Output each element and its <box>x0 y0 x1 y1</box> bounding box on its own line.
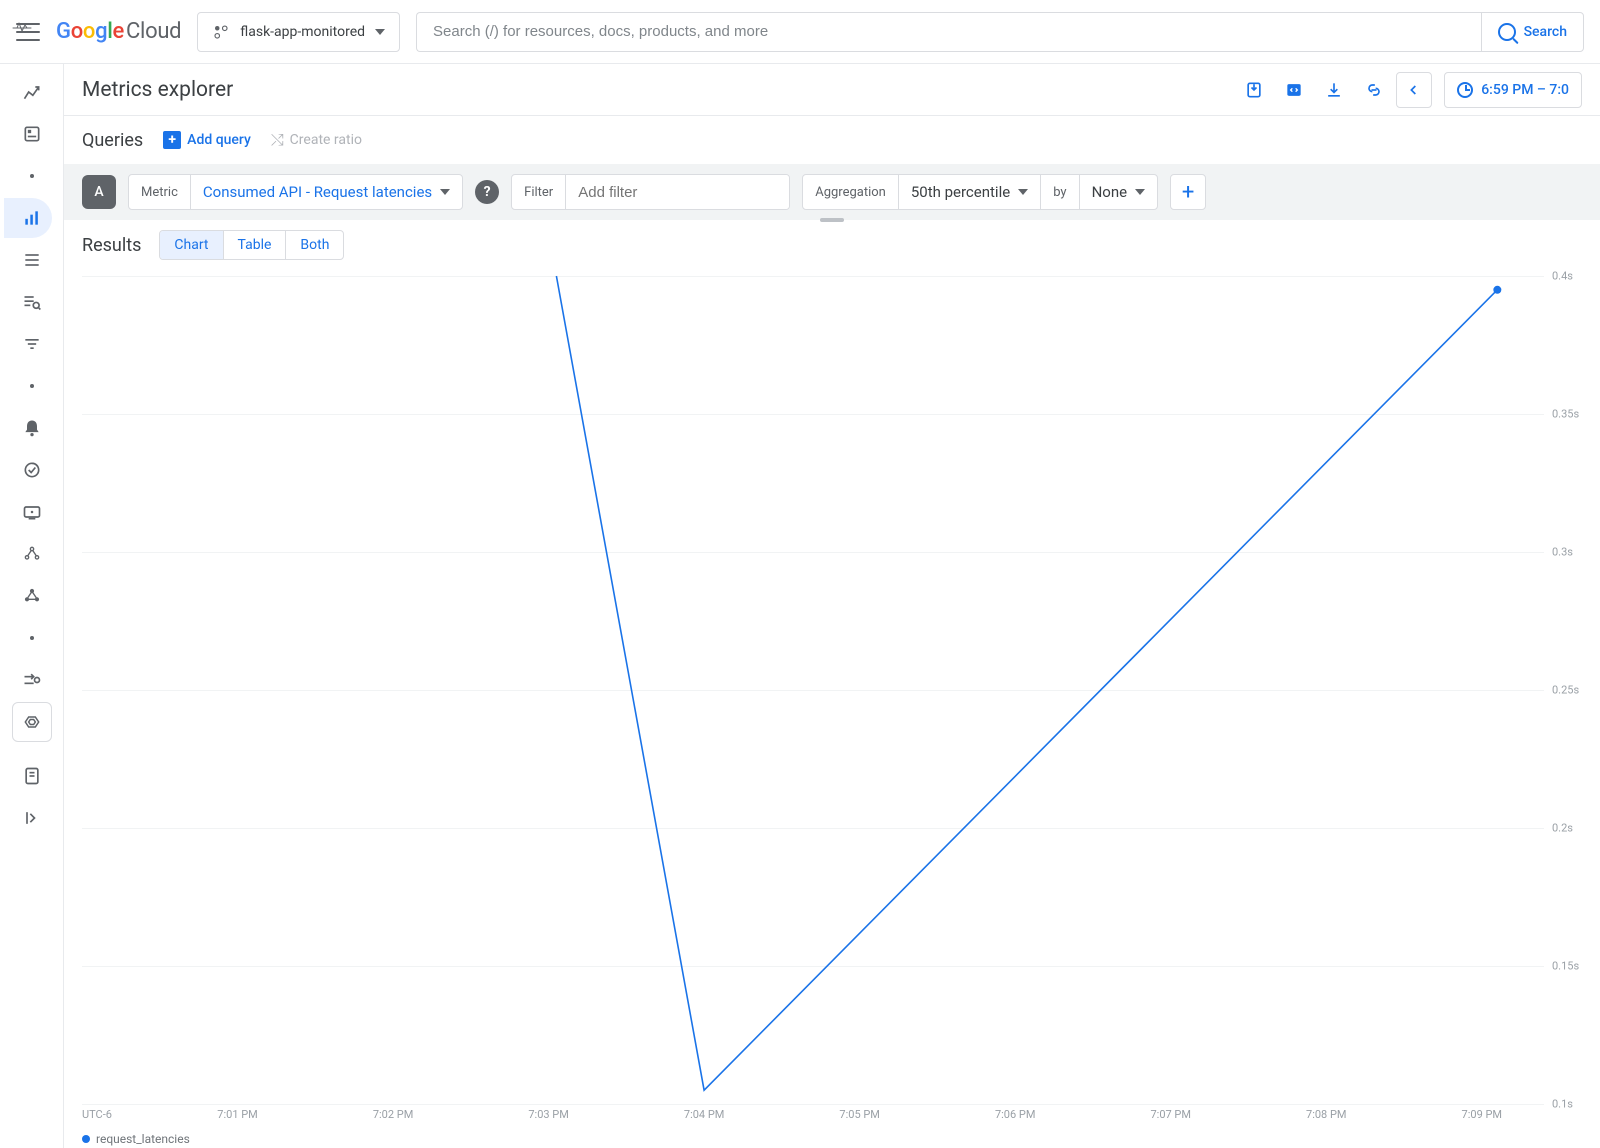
nav-traces[interactable] <box>4 324 52 364</box>
legend-swatch <box>82 1135 90 1143</box>
nav-integrations[interactable] <box>4 660 52 700</box>
page-header: Metrics explorer 6:59 PM – 7:0 <box>64 64 1600 116</box>
chart-area: 0.1s0.15s0.2s0.25s0.3s0.35s0.4s UTC-67:0… <box>64 270 1600 1148</box>
google-cloud-logo[interactable]: GoogleCloud <box>56 19 181 44</box>
nav-groups[interactable] <box>4 534 52 574</box>
chart-legend: request_latencies <box>82 1132 190 1146</box>
tab-both[interactable]: Both <box>286 231 343 259</box>
search-input[interactable] <box>416 12 1481 52</box>
filter-input[interactable] <box>566 175 789 209</box>
nav-divider-dot-2 <box>4 366 52 406</box>
nav-synthetic[interactable] <box>4 492 52 532</box>
nav-settings[interactable] <box>4 756 52 796</box>
nav-services[interactable] <box>4 576 52 616</box>
filter-field[interactable]: Filter <box>511 174 790 210</box>
nav-dashboards[interactable] <box>4 114 52 154</box>
chevron-down-icon <box>1018 189 1028 195</box>
tab-chart[interactable]: Chart <box>160 231 223 259</box>
project-selector[interactable]: flask-app-monitored <box>197 12 400 52</box>
help-icon[interactable]: ? <box>475 180 499 204</box>
chevron-down-icon <box>1135 189 1145 195</box>
header-actions: 6:59 PM – 7:0 <box>1236 72 1582 108</box>
metric-selector[interactable]: Metric Consumed API - Request latencies <box>128 174 463 210</box>
plus-icon: + <box>163 131 181 149</box>
nav-logs-explorer[interactable] <box>4 282 52 322</box>
chevron-down-icon <box>440 189 450 195</box>
results-header: Results Chart Table Both <box>64 220 1600 270</box>
create-ratio-button: ⤭ Create ratio <box>271 130 362 150</box>
nav-overview[interactable] <box>4 72 52 112</box>
nav-managed-prometheus[interactable] <box>12 702 52 742</box>
shuffle-icon: ⤭ <box>271 130 284 150</box>
page-title: Metrics explorer <box>82 78 233 102</box>
nav-divider-dot <box>4 156 52 196</box>
nav-divider-dot-3 <box>4 618 52 658</box>
project-icon <box>212 23 230 41</box>
results-title: Results <box>82 235 141 256</box>
add-query-button[interactable]: + Add query <box>163 131 251 149</box>
search-icon <box>1498 23 1516 41</box>
nav-metrics-explorer[interactable] <box>4 198 52 238</box>
search-button[interactable]: Search <box>1481 12 1584 52</box>
results-view-toggle: Chart Table Both <box>159 230 344 260</box>
add-aggregation-button[interactable]: + <box>1170 174 1206 210</box>
main: Metrics explorer 6:59 PM – 7:0 Queries +… <box>64 64 1600 1148</box>
queries-title: Queries <box>82 130 143 151</box>
resize-handle[interactable] <box>820 218 844 222</box>
product-rail <box>0 64 64 1148</box>
aggregation-selector[interactable]: Aggregation 50th percentile by None <box>802 174 1158 210</box>
top-bar: GoogleCloud flask-app-monitored Search <box>0 0 1600 64</box>
nav-logs[interactable] <box>4 240 52 280</box>
chart-xaxis: UTC-67:01 PM7:02 PM7:03 PM7:04 PM7:05 PM… <box>82 1108 1544 1124</box>
link-icon[interactable] <box>1356 72 1392 108</box>
code-icon[interactable] <box>1276 72 1312 108</box>
clock-icon <box>1457 82 1473 98</box>
query-builder: A Metric Consumed API - Request latencie… <box>64 164 1600 220</box>
chevron-down-icon <box>375 29 385 35</box>
queries-section-header: Queries + Add query ⤭ Create ratio <box>64 116 1600 164</box>
project-name: flask-app-monitored <box>240 24 365 40</box>
time-range-picker[interactable]: 6:59 PM – 7:0 <box>1444 72 1582 108</box>
tab-table[interactable]: Table <box>224 231 287 259</box>
global-search: Search <box>416 12 1584 52</box>
monitoring-icon[interactable] <box>12 16 52 48</box>
time-prev-button[interactable] <box>1396 72 1432 108</box>
nav-uptime[interactable] <box>4 450 52 490</box>
chart-plot[interactable]: 0.1s0.15s0.2s0.25s0.3s0.35s0.4s <box>82 276 1544 1104</box>
query-badge[interactable]: A <box>82 175 116 209</box>
save-chart-icon[interactable] <box>1236 72 1272 108</box>
nav-alerting[interactable] <box>4 408 52 448</box>
legend-label: request_latencies <box>96 1132 190 1146</box>
download-icon[interactable] <box>1316 72 1352 108</box>
nav-expand-icon[interactable] <box>4 798 52 838</box>
